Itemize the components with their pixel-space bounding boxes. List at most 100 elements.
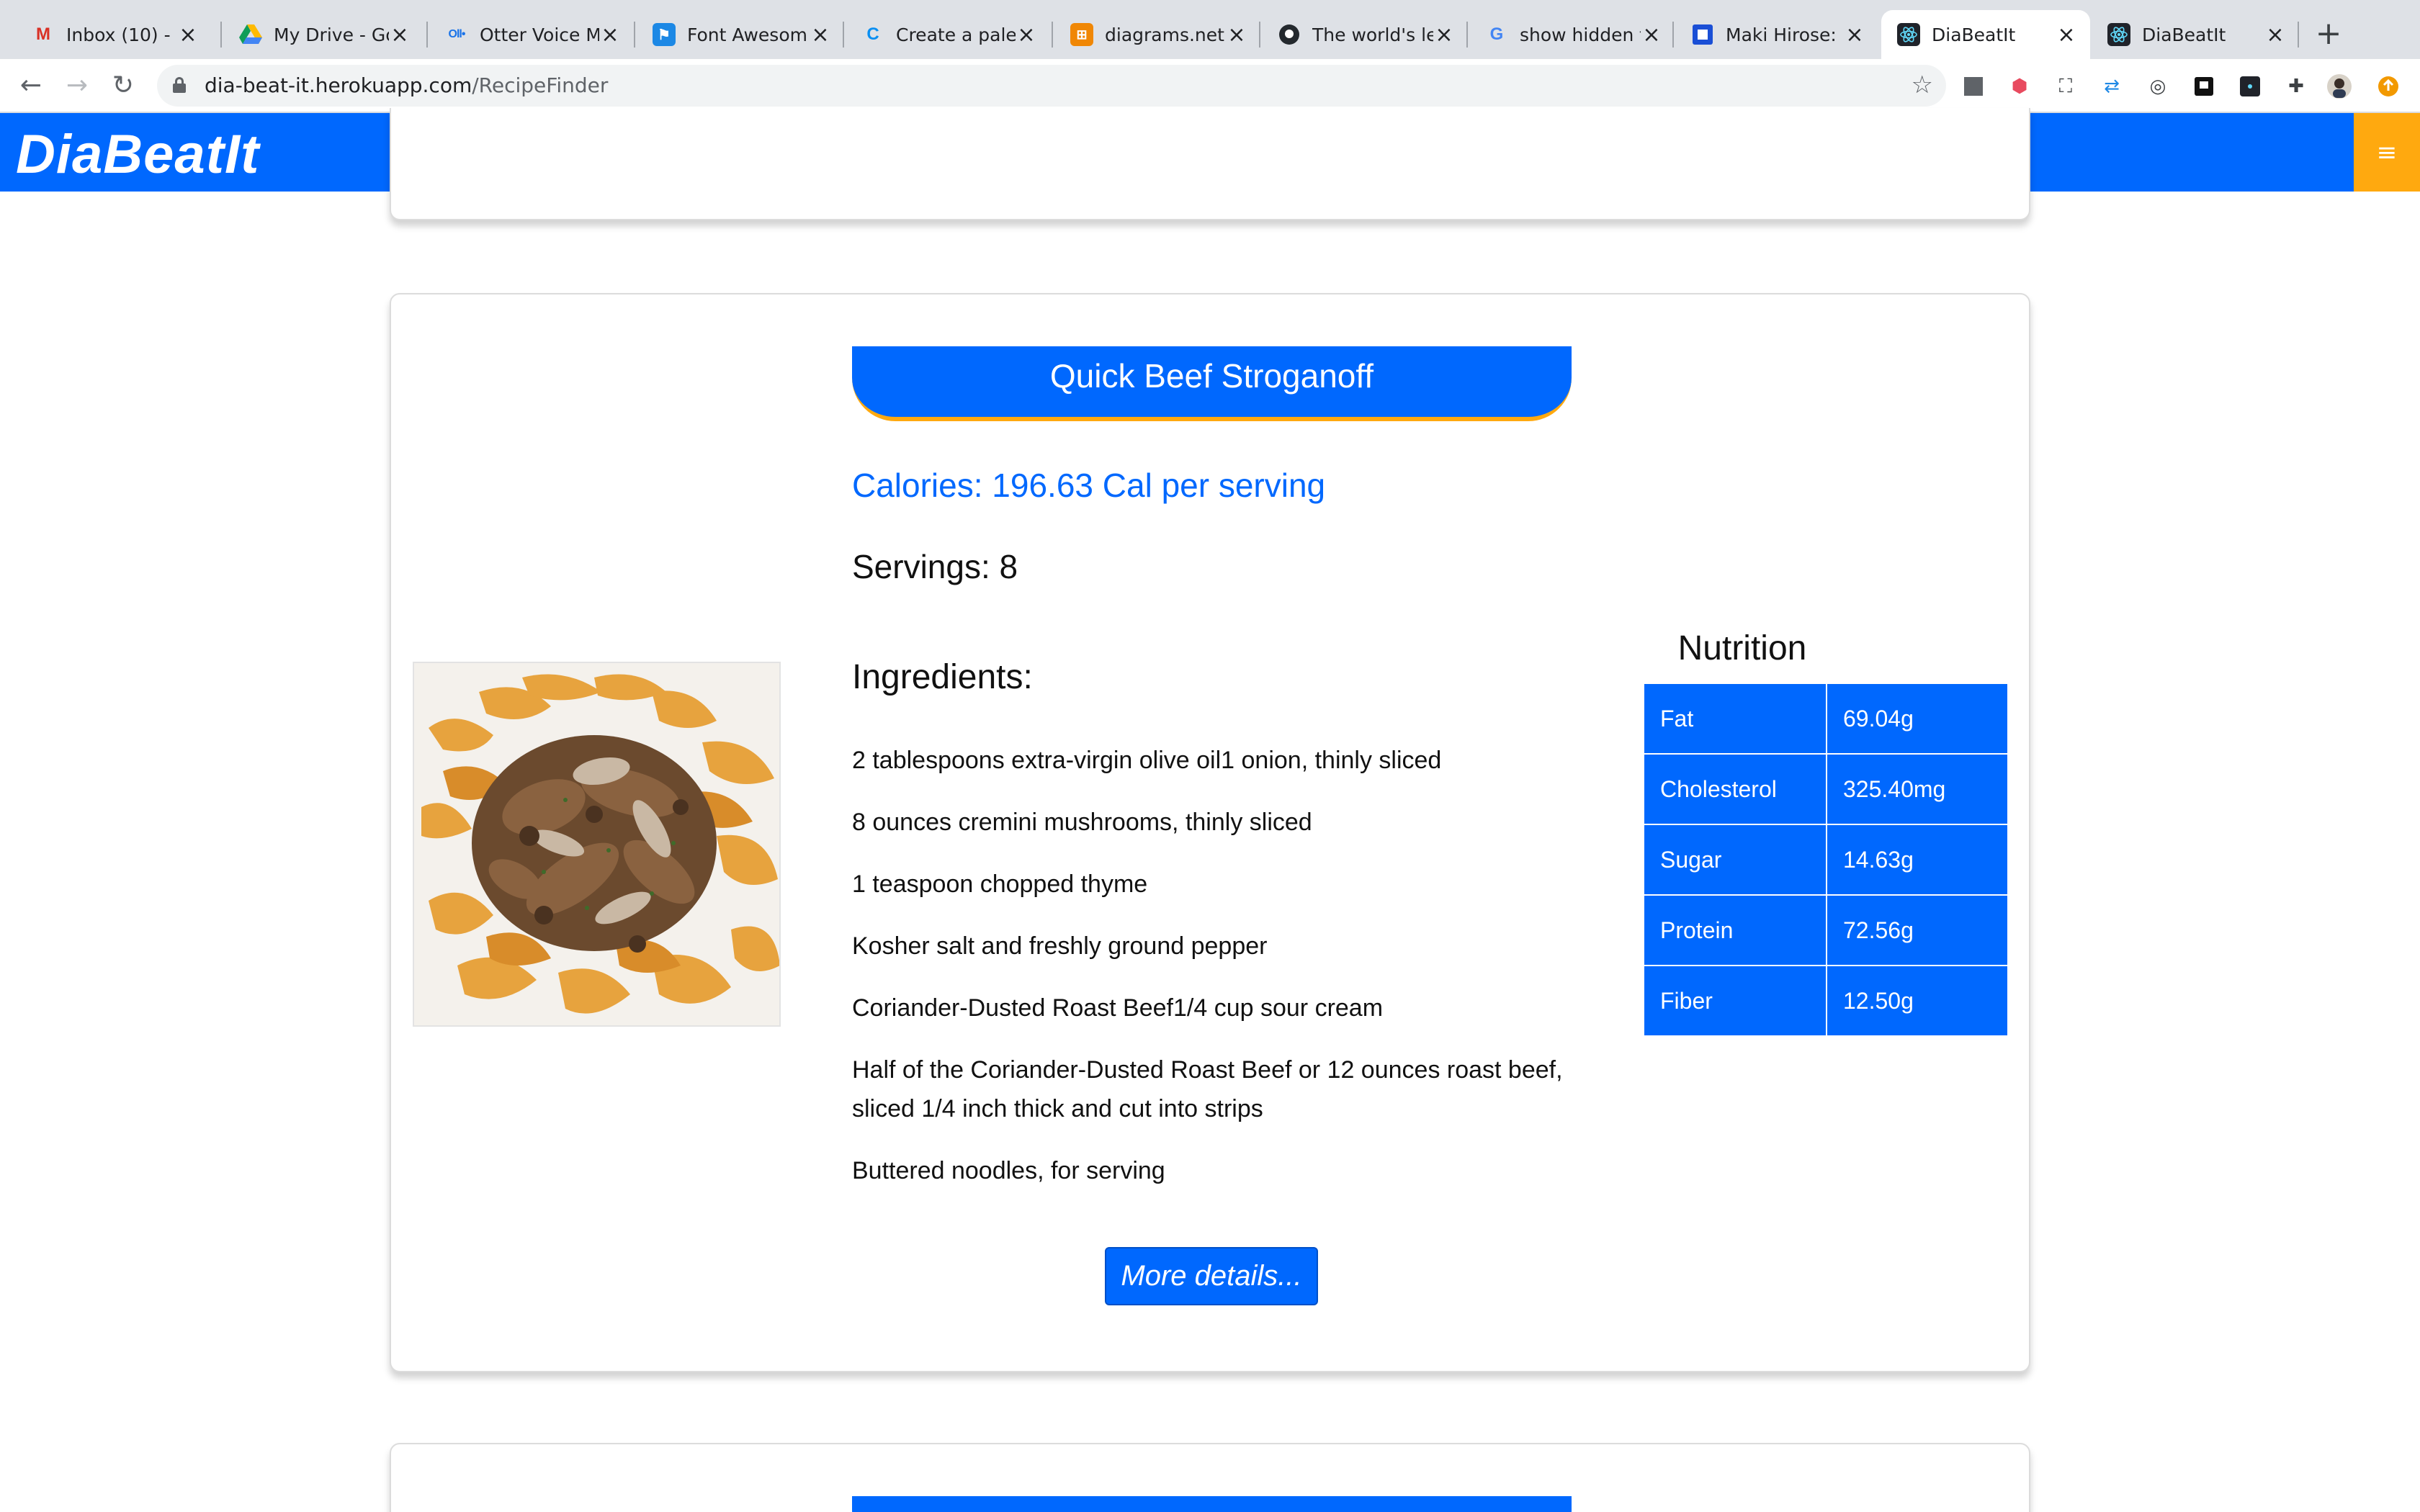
react-icon (1897, 23, 1920, 46)
extension-badge-icon[interactable]: ⬢ (2005, 72, 2034, 101)
nutrient-value: 72.56g (1826, 894, 2009, 966)
list-item: 2 tablespoons extra-virgin olive oil1 on… (852, 747, 1442, 774)
browser-tab-drive[interactable]: My Drive - Go × (223, 10, 424, 59)
browser-tab-github[interactable]: The world's le × (1262, 10, 1468, 59)
close-icon[interactable]: × (389, 22, 411, 48)
react-icon (2107, 23, 2130, 46)
list-item: Kosher salt and freshly ground pepper (852, 932, 1268, 960)
browser-tab-diabeatit[interactable]: DiaBeatIt × (2092, 10, 2299, 59)
recipe-calories: Calories: 196.63 Cal per serving (852, 467, 1326, 504)
browser-tab-diagrams[interactable]: ⊞ diagrams.net × (1054, 10, 1260, 59)
browser-tab-gmail[interactable]: M Inbox (10) - m × (16, 10, 212, 59)
browser-tab-font-awesome[interactable]: ⚑ Font Awesom × (637, 10, 844, 59)
recipe-card-next (390, 1443, 2030, 1512)
list-item: Half of the Coriander-Dusted Roast Beef … (852, 1056, 1563, 1122)
more-details-button[interactable]: More details... (1105, 1247, 1318, 1305)
reload-icon[interactable]: ↻ (107, 69, 140, 102)
recipe-title-next (852, 1496, 1572, 1512)
circle-extension-icon[interactable]: ◎ (2143, 72, 2172, 101)
tab-title: Inbox (10) - m (66, 24, 177, 45)
google-drive-icon (239, 23, 262, 46)
avatar[interactable] (2325, 72, 2354, 101)
nutrient-label: Fat (1643, 683, 1827, 755)
nutrition-table: Fat 69.04g Cholesterol 325.40mg Sugar 14… (1643, 683, 2009, 1037)
update-icon[interactable] (2374, 72, 2403, 101)
transfer-icon[interactable]: ⇄ (2097, 72, 2126, 101)
nutrient-value: 69.04g (1826, 683, 2009, 755)
hamburger-icon: ≡ (2376, 138, 2398, 167)
close-icon[interactable]: × (810, 22, 831, 48)
otter-icon: Oll• (448, 28, 466, 40)
table-row: Fiber 12.50g (1643, 965, 2009, 1037)
browser-tab-coolors[interactable]: C Create a palet × (846, 10, 1050, 59)
puzzle-icon[interactable]: ✚ (2282, 72, 2311, 101)
browser-tab-diabeatit-active[interactable]: DiaBeatIt × (1881, 10, 2090, 59)
nutrient-label: Sugar (1643, 824, 1827, 896)
tab-title: The world's le (1312, 24, 1433, 45)
hamburger-menu-button[interactable]: ≡ (2354, 113, 2420, 192)
nutrient-value: 14.63g (1826, 824, 2009, 896)
nutrient-value: 325.40mg (1826, 753, 2009, 825)
tab-title: My Drive - Go (274, 24, 389, 45)
close-icon[interactable]: × (2056, 22, 2077, 48)
browser-tab-maki-hirose[interactable]: Maki Hirose: L × (1675, 10, 1878, 59)
extension-icon[interactable] (1959, 72, 1988, 101)
ingredients-heading: Ingredients: (852, 658, 1033, 696)
list-item: Coriander-Dusted Roast Beef1/4 cup sour … (852, 994, 1384, 1022)
tab-title: DiaBeatIt (2142, 24, 2226, 45)
flag-extension-icon[interactable] (2190, 72, 2218, 101)
font-awesome-icon: ⚑ (653, 23, 676, 46)
nutrient-label: Fiber (1643, 965, 1827, 1037)
back-arrow-icon[interactable]: ← (14, 69, 48, 102)
ingredients-list: 2 tablespoons extra-virgin olive oil1 on… (852, 741, 1572, 1213)
nutrient-label: Protein (1643, 894, 1827, 966)
browser-tab-strip: M Inbox (10) - m × My Drive - Go × Oll• … (0, 0, 2420, 59)
tab-title: Otter Voice M (480, 24, 599, 45)
tab-title: Font Awesom (687, 24, 807, 45)
react-devtools-icon[interactable] (2236, 72, 2264, 101)
square-icon (1691, 23, 1714, 46)
tab-title: Maki Hirose: L (1726, 24, 1844, 45)
list-item: Buttered noodles, for serving (852, 1157, 1165, 1184)
close-icon[interactable]: × (1433, 22, 1455, 48)
nutrition-heading: Nutrition (1677, 629, 1807, 667)
tab-title: show hidden f (1520, 24, 1641, 45)
url-text[interactable]: dia-beat-it.herokuapp.com/RecipeFinder (205, 73, 608, 97)
recipe-card-previous (390, 108, 2030, 220)
table-row: Sugar 14.63g (1643, 824, 2009, 896)
close-icon[interactable]: × (1844, 22, 1865, 48)
recipe-card: Quick Beef Stroganoff Calories: 196.63 C… (390, 293, 2030, 1372)
coolors-icon: C (866, 24, 879, 44)
close-icon[interactable]: × (599, 22, 621, 48)
tab-title: Create a palet (896, 24, 1016, 45)
list-item: 1 teaspoon chopped thyme (852, 870, 1148, 898)
browser-toolbar: ← → ↻ dia-beat-it.herokuapp.com/RecipeFi… (0, 59, 2420, 113)
recipe-servings: Servings: 8 (852, 548, 1018, 585)
close-icon[interactable]: × (1641, 22, 1662, 48)
tab-title: diagrams.net (1105, 24, 1224, 45)
nutrient-label: Cholesterol (1643, 753, 1827, 825)
diagrams-icon: ⊞ (1070, 23, 1093, 46)
browser-tab-google[interactable]: G show hidden f × (1469, 10, 1675, 59)
list-item: 8 ounces cremini mushrooms, thinly slice… (852, 809, 1312, 836)
beef-stroganoff-photo (414, 663, 779, 1025)
nutrient-value: 12.50g (1826, 965, 2009, 1037)
new-tab-icon[interactable]: + (2314, 16, 2343, 52)
recipe-title: Quick Beef Stroganoff (852, 346, 1572, 421)
google-icon: G (1489, 24, 1504, 44)
forward-arrow-icon[interactable]: → (60, 69, 94, 102)
github-icon (1278, 23, 1301, 46)
screenshot-icon[interactable]: ⛶ (2051, 72, 2080, 101)
close-icon[interactable]: × (177, 22, 199, 48)
address-bar[interactable]: dia-beat-it.herokuapp.com/RecipeFinder ☆ (157, 65, 1946, 107)
close-icon[interactable]: × (2264, 22, 2286, 48)
bookmark-star-icon[interactable]: ☆ (1912, 71, 1933, 99)
browser-tab-otter[interactable]: Oll• Otter Voice M × (429, 10, 634, 59)
lock-icon (173, 77, 186, 93)
recipe-image (413, 662, 781, 1027)
close-icon[interactable]: × (1226, 22, 1247, 48)
close-icon[interactable]: × (1016, 22, 1037, 48)
table-row: Cholesterol 325.40mg (1643, 753, 2009, 825)
tab-title: DiaBeatIt (1932, 24, 2016, 45)
brand-logo[interactable]: DiaBeatIt (16, 123, 259, 186)
